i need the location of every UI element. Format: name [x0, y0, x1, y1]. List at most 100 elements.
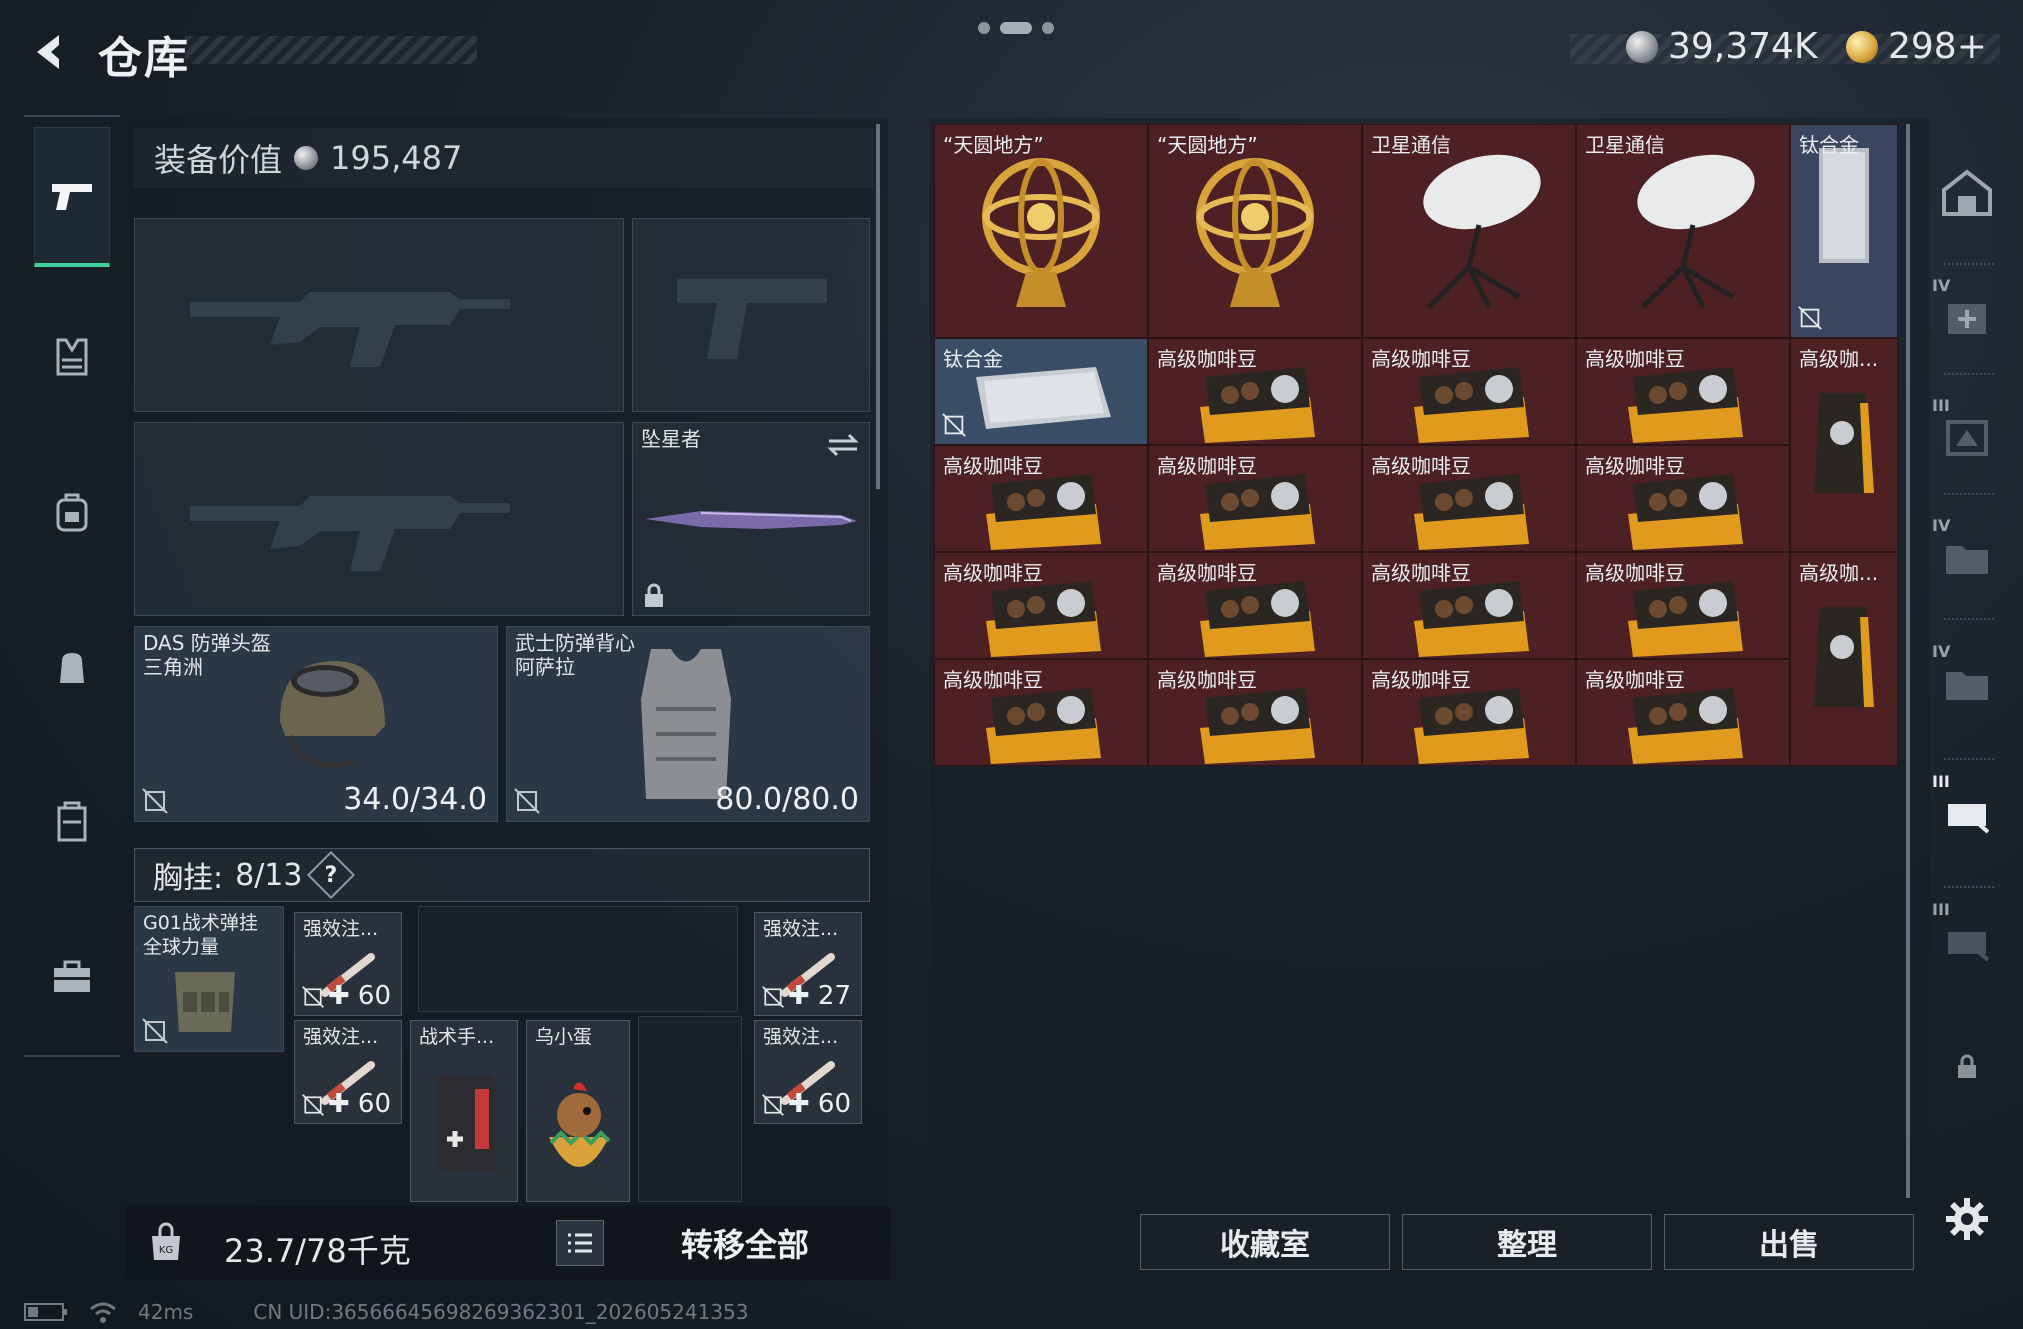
help-icon[interactable]: ?: [307, 850, 356, 900]
stash-item-dish[interactable]: 卫星通信: [1576, 124, 1790, 338]
chest-rig-slot[interactable]: G01战术弹挂 全球力量: [134, 906, 284, 1052]
equipment-scrollbar[interactable]: [876, 124, 880, 489]
stim-injector-item[interactable]: 强效注... ✚ 60: [294, 912, 402, 1016]
battery-icon: [24, 1303, 67, 1321]
tier-label: III: [1932, 396, 1950, 415]
stash-item-coffee[interactable]: 高级咖啡豆: [1362, 552, 1576, 659]
item-label: 强效注...: [303, 918, 379, 940]
stash-item-coffee[interactable]: 高级咖啡豆: [1148, 552, 1362, 659]
stash-tab-2[interactable]: III: [1932, 396, 2002, 472]
stash-item-coffee[interactable]: 高级咖啡豆: [1576, 445, 1790, 552]
stash-tab-3[interactable]: IV: [1932, 516, 2002, 592]
gold-currency[interactable]: 298+: [1846, 26, 1987, 67]
tier-label: III: [1932, 900, 1950, 919]
stash-item-label: 高级咖啡豆: [1371, 668, 1471, 692]
organize-button[interactable]: 整理: [1402, 1214, 1652, 1270]
chest-rig-icon: [56, 338, 88, 376]
stash-home-tab[interactable]: [1932, 158, 2002, 228]
stash-item-label: 高级咖啡豆: [943, 668, 1043, 692]
stash-tab-6[interactable]: III: [1932, 900, 2002, 976]
stash-tab-5-active[interactable]: III: [1932, 772, 2002, 848]
item-label: 强效注...: [763, 918, 839, 940]
stash-item-coffee[interactable]: 高级咖啡豆: [1148, 659, 1362, 766]
medical-case-icon: [1948, 304, 1986, 334]
stash-item-dish[interactable]: 卫星通信: [1362, 124, 1576, 338]
knife-icon: [645, 511, 857, 529]
item-label: 乌小蛋: [535, 1026, 593, 1048]
stim-injector-item[interactable]: 强效注... ✚ 60: [294, 1020, 402, 1124]
stash-item-coffee[interactable]: 高级咖啡豆: [1576, 552, 1790, 659]
chick-egg-icon: [549, 1082, 611, 1167]
chest-rig-item-icon: [175, 972, 235, 1032]
stash-item-coffee[interactable]: 高级咖啡豆: [934, 659, 1148, 766]
nav-case[interactable]: [34, 752, 110, 892]
egg-collectible-item[interactable]: 乌小蛋: [526, 1020, 630, 1202]
primary-weapon-slot-1[interactable]: [134, 218, 624, 412]
weight-value: 23.7/78千克: [224, 1232, 411, 1270]
stash-item-titanium-v[interactable]: 钛合金: [1790, 124, 1898, 338]
stim-injector-item[interactable]: 强效注... ✚ 60: [754, 1020, 862, 1124]
melee-slot[interactable]: 坠星者: [632, 422, 870, 616]
back-button[interactable]: [22, 22, 82, 82]
stash-item-titanium-h[interactable]: 钛合金: [934, 338, 1148, 445]
nav-backpack[interactable]: [34, 442, 110, 582]
stash-item-coffee[interactable]: 高级咖啡豆: [1362, 659, 1576, 766]
tier-label: IV: [1932, 642, 1951, 661]
stash-item-label: 钛合金: [1799, 133, 1859, 157]
no-insurance-icon: [762, 1094, 784, 1116]
nav-toolbox[interactable]: [34, 907, 110, 1047]
stash-item-coffee-bag[interactable]: 高级咖...: [1790, 338, 1898, 552]
silver-coin-icon: [294, 146, 319, 170]
list-view-button[interactable]: [556, 1220, 604, 1266]
stash-item-coffee[interactable]: 高级咖啡豆: [1362, 338, 1576, 445]
stash-item-label: 高级咖啡豆: [1585, 668, 1685, 692]
stash-item-armillary[interactable]: “天圆地方”: [934, 124, 1148, 338]
settings-button[interactable]: [1932, 1184, 2002, 1254]
stash-item-coffee[interactable]: 高级咖啡豆: [1148, 338, 1362, 445]
toolbox-icon: [54, 960, 90, 992]
stash-item-label: 卫星通信: [1371, 133, 1451, 157]
armor-name: 武士防弹背心: [515, 631, 635, 655]
pistol-icon: [52, 183, 92, 210]
stash-item-coffee[interactable]: 高级咖啡豆: [934, 552, 1148, 659]
primary-weapon-slot-2[interactable]: [134, 422, 624, 616]
helmet-slot[interactable]: DAS 防弹头盔 三角洲 34.0/34.0: [134, 626, 498, 822]
stash-item-coffee[interactable]: 高级咖啡豆: [934, 445, 1148, 552]
satellite-dish-icon: [1423, 154, 1541, 309]
locked-tab: [1932, 1032, 2002, 1102]
pistol-slot[interactable]: [632, 218, 870, 412]
helmet-brand: 三角洲: [143, 655, 203, 679]
ping: 42ms: [138, 1300, 194, 1324]
sell-button[interactable]: 出售: [1664, 1214, 1914, 1270]
safe-case-icon: [57, 801, 87, 842]
stash-item-coffee-bag[interactable]: 高级咖...: [1790, 552, 1898, 766]
nav-pouch[interactable]: [34, 597, 110, 737]
helmet-icon: [280, 661, 385, 768]
gear-icon: [1946, 1198, 1988, 1240]
stash-tab-4[interactable]: IV: [1932, 642, 2002, 718]
stash-item-coffee[interactable]: 高级咖啡豆: [1576, 659, 1790, 766]
nav-weapons[interactable]: [34, 127, 110, 267]
coffee-bag-icon: [1814, 393, 1874, 493]
backpack-icon: [56, 493, 88, 532]
stash-scrollbar[interactable]: [1906, 124, 1910, 1198]
tactical-kit-item[interactable]: 战术手...: [410, 1020, 518, 1202]
tier-label: IV: [1932, 276, 1951, 295]
stash-item-coffee[interactable]: 高级咖啡豆: [1148, 445, 1362, 552]
folder-case-icon: [1946, 672, 1988, 700]
svg-text:KG: KG: [159, 1245, 173, 1256]
transfer-all-button[interactable]: 转移全部: [640, 1218, 850, 1268]
stash-tab-1[interactable]: IV: [1932, 276, 2002, 352]
stash-item-coffee[interactable]: 高级咖啡豆: [1576, 338, 1790, 445]
armor-brand: 阿萨拉: [515, 655, 575, 679]
stim-injector-item[interactable]: 强效注... ✚ 27: [754, 912, 862, 1016]
stash-item-coffee[interactable]: 高级咖啡豆: [1362, 445, 1576, 552]
satellite-dish-icon: [1637, 154, 1755, 309]
stash-item-label: 高级咖...: [1799, 347, 1879, 371]
nav-chest-rig[interactable]: [34, 287, 110, 427]
armor-slot[interactable]: 武士防弹背心 阿萨拉 80.0/80.0: [506, 626, 870, 822]
swap-icon[interactable]: [825, 431, 861, 459]
collection-room-button[interactable]: 收藏室: [1140, 1214, 1390, 1270]
stash-item-armillary[interactable]: “天圆地方”: [1148, 124, 1362, 338]
stash-item-label: 高级咖啡豆: [1371, 347, 1471, 371]
